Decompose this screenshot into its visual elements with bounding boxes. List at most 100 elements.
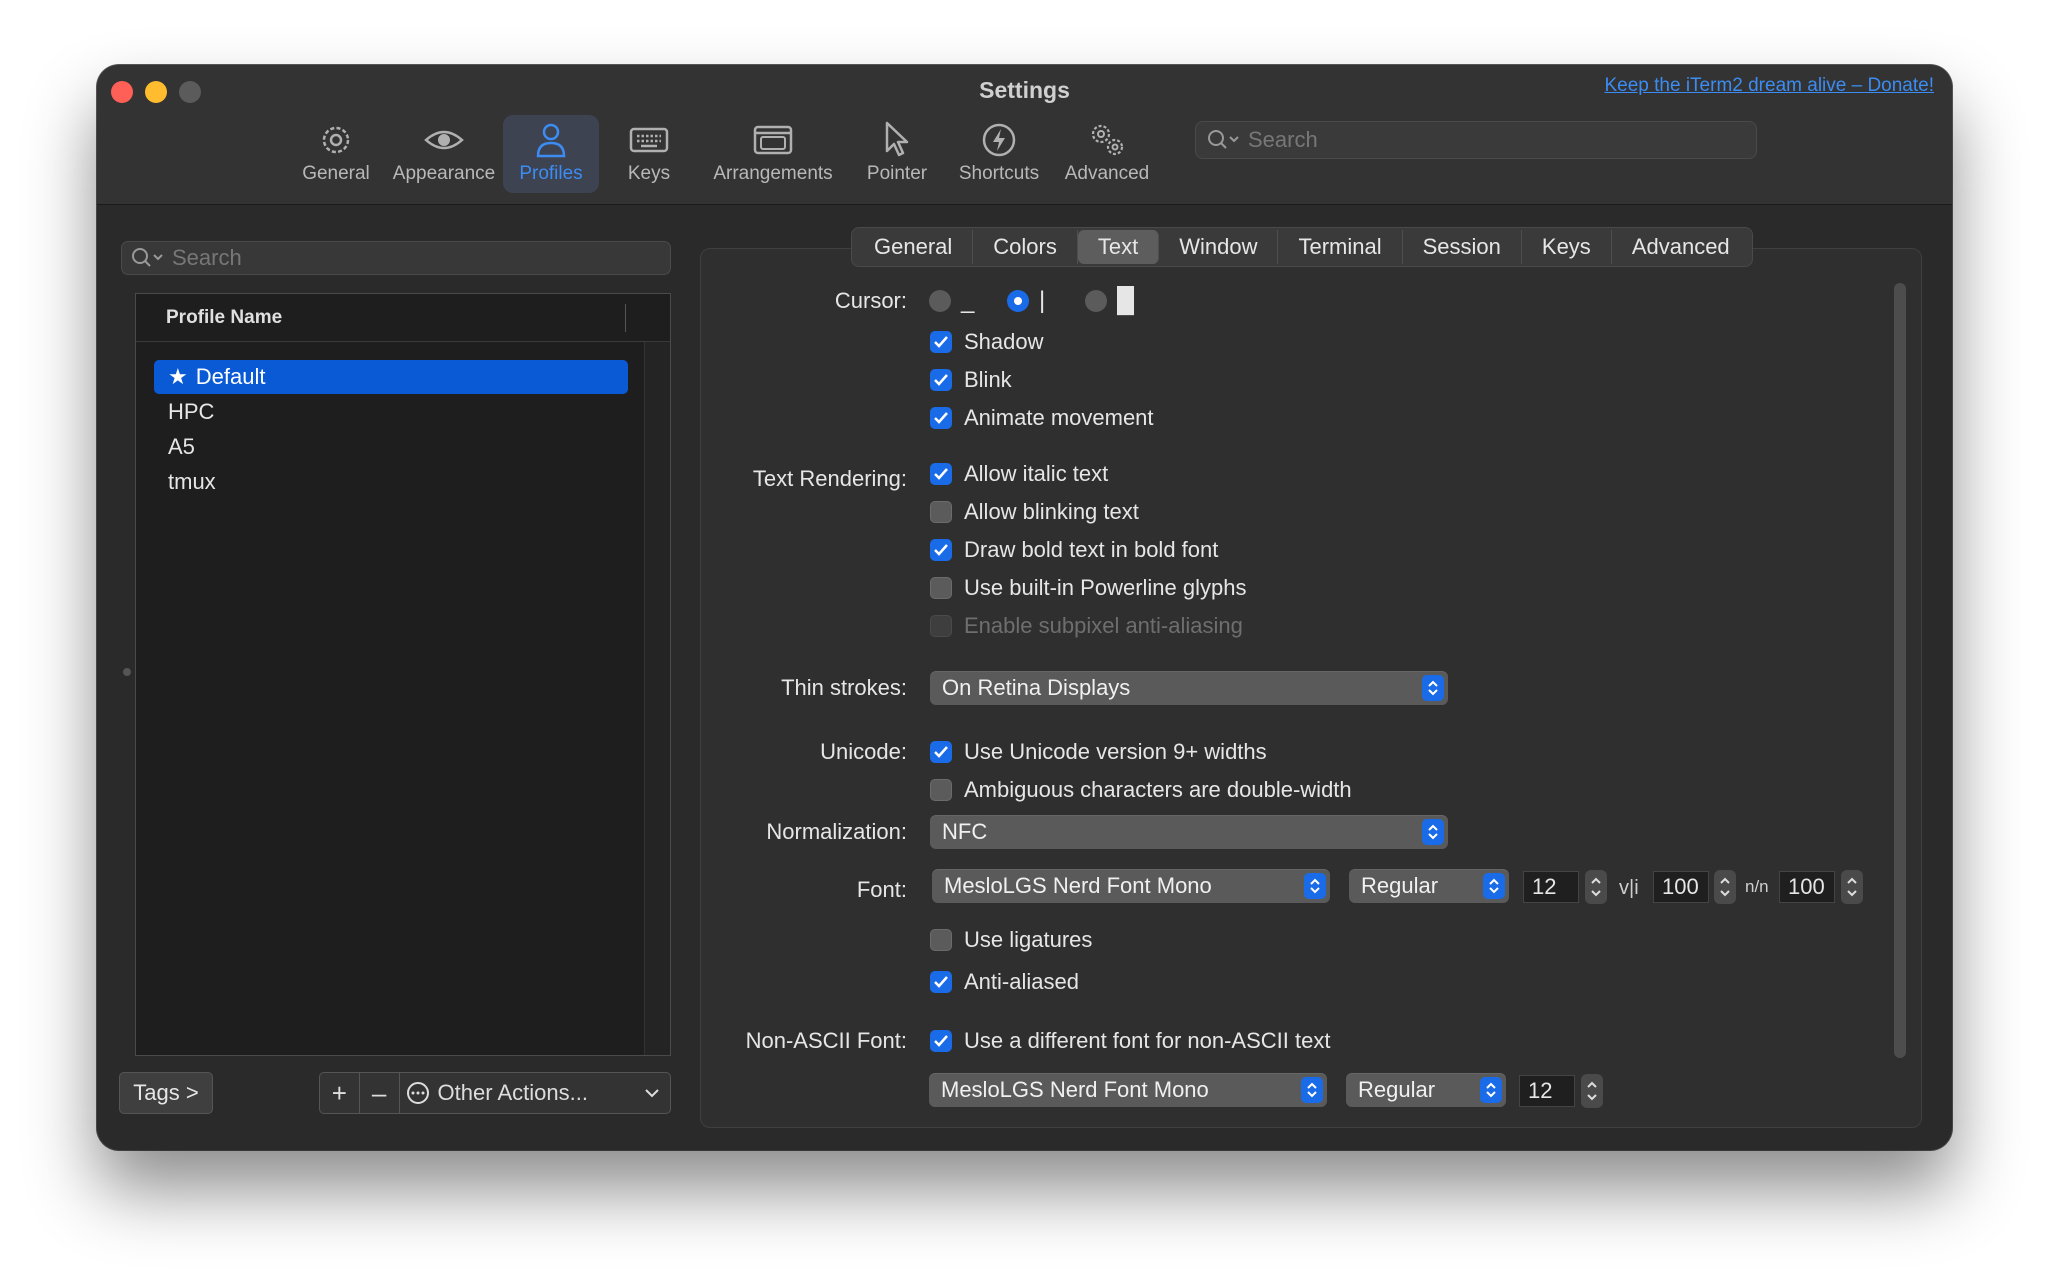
keyboard-icon [629, 127, 669, 153]
profile-row-label: HPC [168, 399, 215, 424]
toolbar-arrangements[interactable]: Arrangements [699, 115, 847, 193]
tab-keys[interactable]: Keys [1522, 230, 1612, 264]
font-weight-popup[interactable]: Regular [1349, 869, 1509, 903]
toolbar-label: Keys [627, 163, 671, 184]
profile-search-field[interactable]: Search [121, 241, 671, 275]
shadow-checkbox[interactable]: Shadow [930, 329, 1044, 355]
vertical-spacing-stepper[interactable] [1714, 870, 1736, 904]
checkbox-label: Shadow [964, 329, 1044, 354]
tab-colors[interactable]: Colors [973, 230, 1078, 264]
radio-label: | [1039, 287, 1046, 314]
non-ascii-font-size-stepper[interactable] [1581, 1074, 1603, 1108]
use-ligatures-checkbox[interactable]: Use ligatures [930, 927, 1092, 953]
profile-row-a5[interactable]: A5 [154, 430, 628, 464]
non-ascii-font-checkbox[interactable]: Use a different font for non-ASCII text [930, 1028, 1330, 1054]
toolbar-label: Shortcuts [958, 163, 1040, 184]
split-handle[interactable] [123, 668, 131, 676]
cursor-box-radio[interactable]: █ [1085, 287, 1134, 315]
toolbar-general[interactable]: General [287, 115, 385, 193]
font-label: Font: [856, 877, 907, 902]
tab-text[interactable]: Text [1077, 230, 1160, 264]
check-icon [930, 331, 952, 353]
cursor-bar-radio[interactable]: | [1007, 287, 1045, 315]
search-icon [132, 248, 163, 267]
tab-advanced[interactable]: Advanced [1612, 230, 1750, 264]
checkbox-box [930, 577, 952, 599]
search-placeholder: Search [172, 245, 242, 270]
toolbar-appearance[interactable]: Appearance [385, 115, 503, 193]
bold-font-checkbox[interactable]: Draw bold text in bold font [930, 537, 1218, 563]
check-icon [930, 407, 952, 429]
other-actions-menu[interactable]: Other Actions... [400, 1073, 670, 1113]
updown-arrows-icon [1422, 675, 1444, 701]
updown-arrows-icon [1480, 1077, 1502, 1103]
popup-value: NFC [942, 819, 988, 844]
font-size-stepper[interactable] [1585, 870, 1607, 904]
profile-row-tmux[interactable]: tmux [154, 465, 628, 499]
bolt-icon [982, 123, 1016, 157]
search-icon [1208, 130, 1239, 149]
anti-aliased-checkbox[interactable]: Anti-aliased [930, 969, 1079, 995]
checkbox-label: Use a different font for non-ASCII text [964, 1028, 1331, 1053]
donate-link[interactable]: Keep the iTerm2 dream alive – Donate! [1604, 75, 1934, 97]
non-ascii-font-size-field[interactable]: 12 [1519, 1075, 1575, 1107]
profile-name-column-header[interactable]: Profile Name [136, 294, 670, 342]
font-size-field[interactable]: 12 [1523, 871, 1579, 903]
toolbar-pointer[interactable]: Pointer [847, 115, 947, 193]
normalization-popup[interactable]: NFC [930, 815, 1448, 849]
checkbox-box [930, 779, 952, 801]
toolbar-profiles[interactable]: Profiles [503, 115, 599, 193]
checkbox-label: Enable subpixel anti-aliasing [964, 613, 1243, 638]
profile-row-label: A5 [168, 434, 195, 459]
non-ascii-font-weight-popup[interactable]: Regular [1346, 1073, 1506, 1107]
toolbar-label: Arrangements [713, 163, 833, 184]
ambiguous-double-width-checkbox[interactable]: Ambiguous characters are double-width [930, 777, 1352, 803]
toolbar-advanced[interactable]: Advanced [1051, 115, 1163, 193]
settings-scrollbar[interactable] [1894, 283, 1906, 1058]
animate-movement-checkbox[interactable]: Animate movement [930, 405, 1154, 431]
tab-general[interactable]: General [854, 230, 974, 264]
toolbar-shortcuts[interactable]: Shortcuts [947, 115, 1051, 193]
powerline-glyphs-checkbox[interactable]: Use built-in Powerline glyphs [930, 575, 1246, 601]
toolbar-label: Appearance [392, 163, 496, 184]
updown-arrows-icon [1483, 873, 1505, 899]
other-actions-label: Other Actions... [437, 1080, 588, 1105]
tab-session[interactable]: Session [1403, 230, 1522, 264]
settings-search-field[interactable]: Search [1195, 121, 1757, 159]
unicode9-widths-checkbox[interactable]: Use Unicode version 9+ widths [930, 739, 1267, 765]
profile-button-group: + – Other Actions... [319, 1072, 671, 1114]
checkbox-label: Allow italic text [964, 461, 1109, 486]
tab-window[interactable]: Window [1159, 230, 1279, 264]
thin-strokes-popup[interactable]: On Retina Displays [930, 671, 1448, 705]
chevron-down-icon [645, 1089, 659, 1098]
checkbox-label: Allow blinking text [964, 499, 1139, 524]
checkbox-label: Use built-in Powerline glyphs [964, 575, 1247, 600]
check-icon [930, 1030, 952, 1052]
profile-list: Profile Name ★ Default HPC A5 tmux [135, 293, 671, 1056]
vertical-spacing-field[interactable]: 100 [1653, 871, 1709, 903]
non-ascii-font-family-popup[interactable]: MesloLGS Nerd Font Mono [929, 1073, 1327, 1107]
cursor-underline-radio[interactable]: _ [929, 287, 974, 315]
horizontal-spacing-stepper[interactable] [1841, 870, 1863, 904]
profile-row-default[interactable]: ★ Default [154, 360, 628, 394]
updown-arrows-icon [1301, 1077, 1323, 1103]
remove-profile-button[interactable]: – [360, 1073, 400, 1113]
settings-window: Settings Keep the iTerm2 dream alive – D… [97, 65, 1952, 1150]
allow-italic-checkbox[interactable]: Allow italic text [930, 461, 1108, 487]
toolbar-label: Advanced [1064, 163, 1150, 184]
pointer-icon [885, 121, 909, 157]
profile-row-hpc[interactable]: HPC [154, 395, 628, 429]
radio-label: _ [961, 287, 975, 314]
checkbox-box [930, 929, 952, 951]
toolbar-keys[interactable]: Keys [599, 115, 699, 193]
horizontal-spacing-field[interactable]: 100 [1779, 871, 1835, 903]
horizontal-spacing-icon: n/n [1745, 877, 1769, 896]
tab-terminal[interactable]: Terminal [1278, 230, 1403, 264]
tags-button[interactable]: Tags > [119, 1072, 213, 1114]
add-profile-button[interactable]: + [320, 1073, 360, 1113]
allow-blinking-checkbox[interactable]: Allow blinking text [930, 499, 1139, 525]
blink-checkbox[interactable]: Blink [930, 367, 1012, 393]
subpixel-antialiasing-checkbox: Enable subpixel anti-aliasing [930, 613, 1243, 639]
popup-value: On Retina Displays [942, 675, 1131, 700]
font-family-popup[interactable]: MesloLGS Nerd Font Mono [932, 869, 1330, 903]
